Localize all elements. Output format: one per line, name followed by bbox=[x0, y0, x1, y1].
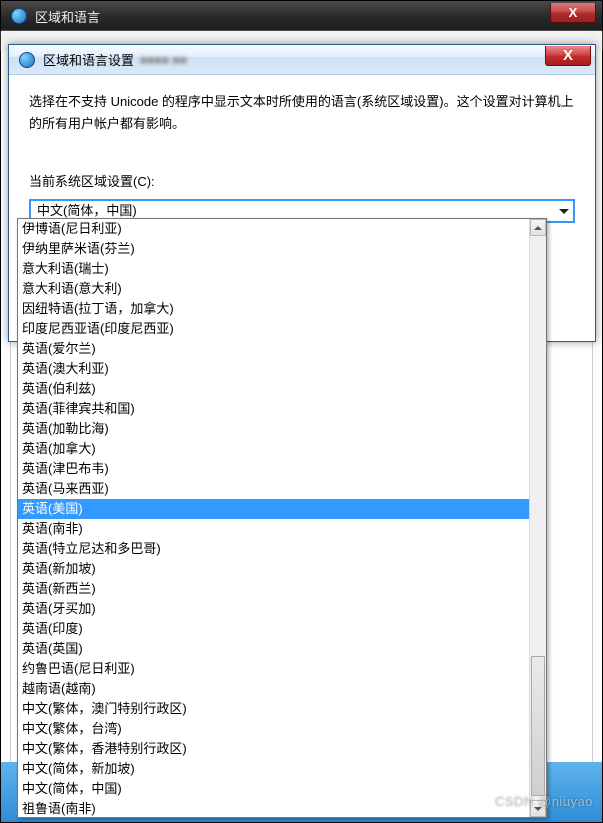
dropdown-item[interactable]: 英语(加勒比海) bbox=[18, 419, 529, 439]
dropdown-item[interactable]: 英语(新西兰) bbox=[18, 579, 529, 599]
dropdown-item[interactable]: 伊纳里萨米语(芬兰) bbox=[18, 239, 529, 259]
dialog-body: 选择在不支持 Unicode 的程序中显示文本时所使用的语言(系统区域设置)。这… bbox=[9, 75, 595, 239]
dropdown-item[interactable]: 英语(津巴布韦) bbox=[18, 459, 529, 479]
dialog-description: 选择在不支持 Unicode 的程序中显示文本时所使用的语言(系统区域设置)。这… bbox=[29, 91, 575, 135]
globe-icon bbox=[15, 48, 39, 72]
dropdown-item[interactable]: 中文(繁体，澳门特别行政区) bbox=[18, 699, 529, 719]
dropdown-item[interactable]: 英语(加拿大) bbox=[18, 439, 529, 459]
dropdown-item[interactable]: 因纽特语(拉丁语，加拿大) bbox=[18, 299, 529, 319]
dropdown-item[interactable]: 英语(马来西亚) bbox=[18, 479, 529, 499]
dropdown-items-container: 伊博语(尼日利亚)伊纳里萨米语(芬兰)意大利语(瑞士)意大利语(意大利)因纽特语… bbox=[18, 219, 529, 817]
dropdown-item[interactable]: 意大利语(意大利) bbox=[18, 279, 529, 299]
dropdown-item[interactable]: 中文(简体，中国) bbox=[18, 779, 529, 799]
dropdown-item[interactable]: 英语(牙买加) bbox=[18, 599, 529, 619]
dropdown-item[interactable]: 英语(特立尼达和多巴哥) bbox=[18, 539, 529, 559]
parent-window-title: 区域和语言 bbox=[35, 7, 550, 26]
locale-label: 当前系统区域设置(C): bbox=[29, 171, 575, 193]
scroll-thumb[interactable] bbox=[531, 656, 545, 796]
scroll-up-button[interactable] bbox=[530, 219, 546, 236]
dialog-titlebar[interactable]: 区域和语言设置 ■■■■ ■■ X bbox=[9, 45, 595, 75]
dropdown-item[interactable]: 中文(简体，新加坡) bbox=[18, 759, 529, 779]
chevron-down-icon[interactable] bbox=[555, 201, 573, 221]
dropdown-item[interactable]: 英语(爱尔兰) bbox=[18, 339, 529, 359]
watermark: CSDN @niuyao bbox=[495, 794, 593, 809]
dropdown-item[interactable]: 印度尼西亚语(印度尼西亚) bbox=[18, 319, 529, 339]
dropdown-item[interactable]: 英语(英国) bbox=[18, 639, 529, 659]
dropdown-item[interactable]: 越南语(越南) bbox=[18, 679, 529, 699]
dialog-title: 区域和语言设置 ■■■■ ■■ bbox=[43, 50, 545, 69]
dropdown-item[interactable]: 英语(菲律宾共和国) bbox=[18, 399, 529, 419]
dropdown-item[interactable]: 意大利语(瑞士) bbox=[18, 259, 529, 279]
dropdown-item[interactable]: 英语(美国) bbox=[18, 499, 529, 519]
dropdown-item[interactable]: 祖鲁语(南非) bbox=[18, 799, 529, 818]
dropdown-scrollbar[interactable] bbox=[529, 219, 546, 817]
parent-close-button[interactable]: X bbox=[550, 3, 596, 23]
scroll-track[interactable] bbox=[530, 236, 546, 800]
dropdown-item[interactable]: 中文(繁体，香港特别行政区) bbox=[18, 739, 529, 759]
dropdown-item[interactable]: 英语(伯利兹) bbox=[18, 379, 529, 399]
dropdown-item[interactable]: 中文(繁体，台湾) bbox=[18, 719, 529, 739]
dialog-close-button[interactable]: X bbox=[545, 46, 591, 66]
parent-titlebar[interactable]: 区域和语言 X bbox=[1, 1, 602, 31]
locale-dropdown-list[interactable]: 伊博语(尼日利亚)伊纳里萨米语(芬兰)意大利语(瑞士)意大利语(意大利)因纽特语… bbox=[17, 218, 547, 818]
dropdown-item[interactable]: 英语(新加坡) bbox=[18, 559, 529, 579]
dialog-title-blurred-extra: ■■■■ ■■ bbox=[140, 53, 187, 67]
dropdown-item[interactable]: 伊博语(尼日利亚) bbox=[18, 219, 529, 239]
dropdown-item[interactable]: 约鲁巴语(尼日利亚) bbox=[18, 659, 529, 679]
dropdown-item[interactable]: 英语(澳大利亚) bbox=[18, 359, 529, 379]
dialog-title-text: 区域和语言设置 bbox=[43, 50, 134, 69]
dropdown-item[interactable]: 英语(印度) bbox=[18, 619, 529, 639]
dropdown-item[interactable]: 英语(南非) bbox=[18, 519, 529, 539]
globe-icon bbox=[7, 4, 31, 28]
